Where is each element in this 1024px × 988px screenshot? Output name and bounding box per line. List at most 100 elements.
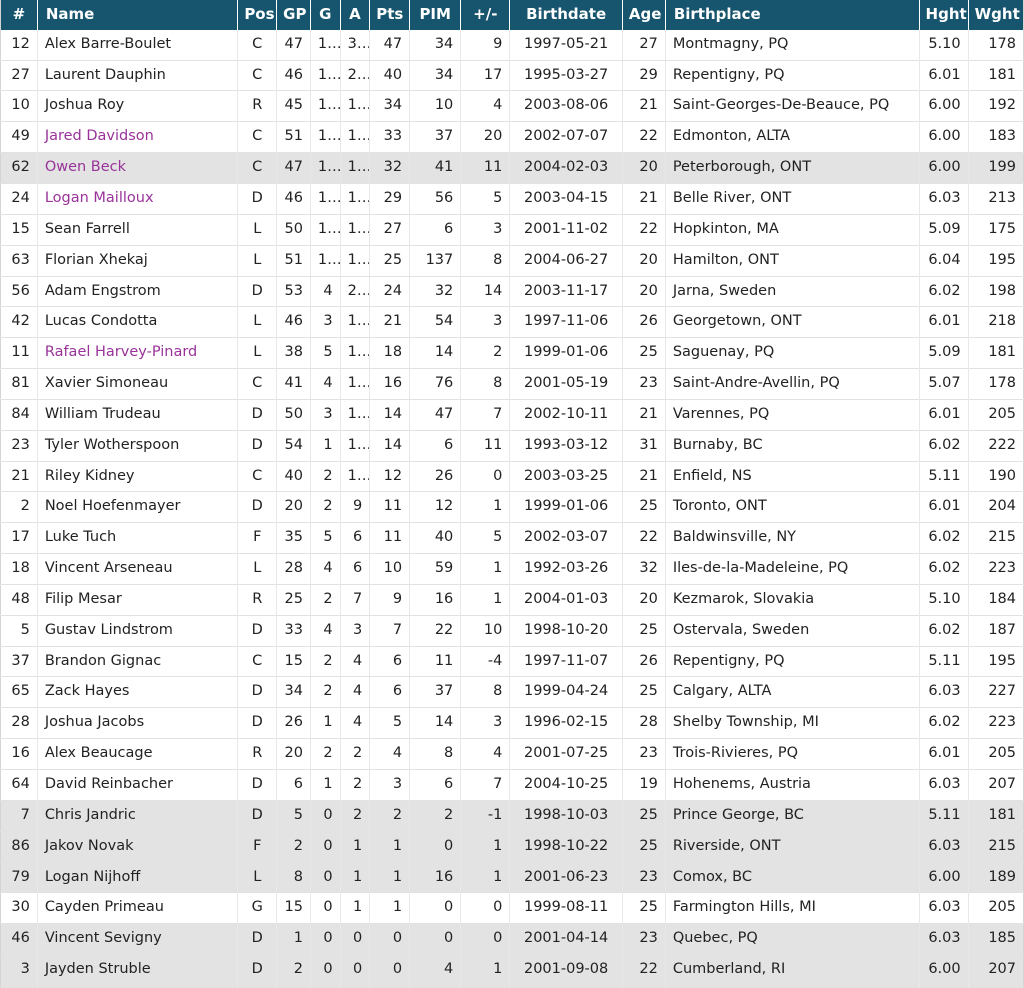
table-row[interactable]: 62 Owen Beck C 47 13 19 32 41 11 2004-02-03 20 Pete… xyxy=(0,152,1024,184)
player-name-link[interactable]: Logan Mailloux xyxy=(45,190,154,206)
cell-player-name[interactable]: Xavier Simoneau xyxy=(37,368,239,400)
table-row[interactable]: 84 William Trudeau D 50 3 11 14 47 7 2002-10-11 21… xyxy=(0,398,1024,431)
table-row[interactable]: 64 David Reinbacher D 6 1 2 3 6 7 2004-10-25 19 Hoh… xyxy=(0,769,1024,801)
cell-birthplace: Varennes, PQ xyxy=(665,398,920,431)
table-row[interactable]: 3 Jayden Struble D 2 0 0 0 4 1 2001-09-08 22 Cumber… xyxy=(0,954,1024,986)
column-header-number[interactable]: # xyxy=(0,0,38,30)
table-row[interactable]: 5 Gustav Lindstrom D 33 4 3 7 22 10 1998-10-20 25 O… xyxy=(0,614,1024,647)
cell-player-name[interactable]: Sean Farrell xyxy=(37,213,239,246)
table-row[interactable]: 11 Rafael Harvey-Pinard L 38 5 13 18 14 2 1999-01… xyxy=(0,337,1024,369)
cell-player-name[interactable]: Owen Beck xyxy=(37,152,239,184)
cell-plus-minus: -1 xyxy=(460,799,511,832)
cell-player-name[interactable]: Adam Engstrom xyxy=(37,275,239,307)
table-row[interactable]: 46 Vincent Sevigny D 1 0 0 0 0 0 2001-04-14 23 Queb… xyxy=(0,923,1024,955)
column-header-birthplace[interactable]: Birthplace xyxy=(664,0,920,30)
cell-height: 6.03 xyxy=(919,769,969,801)
cell-player-name[interactable]: Vincent Arseneau xyxy=(37,553,239,585)
cell-player-name[interactable]: Jared Davidson xyxy=(37,121,239,153)
column-header-gp[interactable]: GP xyxy=(276,0,311,30)
player-name-link[interactable]: Jared Davidson xyxy=(45,128,154,144)
table-row[interactable]: 17 Luke Tuch F 35 5 6 11 40 5 2002-03-07 22 Baldwin… xyxy=(0,522,1024,554)
table-row[interactable]: 37 Brandon Gignac C 15 2 4 6 11 -4 1997-11-07 26 Re… xyxy=(0,645,1024,677)
cell-weight: 223 xyxy=(968,553,1024,585)
cell-player-name[interactable]: Florian Xhekaj xyxy=(37,244,239,276)
cell-player-name[interactable]: Lucas Condotta xyxy=(37,306,239,338)
table-row[interactable]: 48 Filip Mesar R 25 2 7 9 16 1 2004-01-03 20 Kezmar… xyxy=(0,583,1024,616)
table-row[interactable]: 10 Joshua Roy R 45 19 15 34 10 4 2003-08-06 21 Sain… xyxy=(0,90,1024,122)
table-row[interactable]: 63 Florian Xhekaj L 51 15 10 25 137 8 2004-06-27 2… xyxy=(0,244,1024,276)
cell-player-name[interactable]: Zack Hayes xyxy=(37,676,239,708)
table-row[interactable]: 28 Joshua Jacobs D 26 1 4 5 14 3 1996-02-15 28 Shel… xyxy=(0,707,1024,739)
column-header-height[interactable]: Hght xyxy=(918,0,969,30)
table-row[interactable]: 30 Cayden Primeau G 15 0 1 1 0 0 1999-08-11 25 Farm… xyxy=(0,892,1024,924)
cell-player-name[interactable]: Riley Kidney xyxy=(37,460,239,492)
cell-position: F xyxy=(237,522,278,554)
cell-age: 27 xyxy=(622,29,666,61)
table-row[interactable]: 86 Jakov Novak F 2 0 1 1 0 1 1998-10-22 25 Riversid… xyxy=(0,830,1024,863)
table-row[interactable]: 21 Riley Kidney C 40 2 10 12 26 0 2003-03-25 21 Enf… xyxy=(0,460,1024,492)
player-name-link[interactable]: Rafael Harvey-Pinard xyxy=(45,344,197,360)
cell-points: 6 xyxy=(369,645,411,677)
cell-assists: 1 xyxy=(340,830,371,863)
cell-games-played: 46 xyxy=(276,59,311,91)
table-row[interactable]: 42 Lucas Condotta L 46 3 18 21 54 3 1997-11-06 26 G… xyxy=(0,306,1024,338)
cell-player-name[interactable]: Joshua Roy xyxy=(37,90,239,122)
cell-player-name[interactable]: Cayden Primeau xyxy=(37,892,239,924)
cell-player-name[interactable]: Laurent Dauphin xyxy=(37,59,239,91)
cell-goals: 0 xyxy=(310,799,341,832)
cell-goals: 2 xyxy=(310,676,341,708)
table-row[interactable]: 56 Adam Engstrom D 53 4 20 24 32 14 2003-11-17 20 J… xyxy=(0,275,1024,307)
cell-player-name[interactable]: Jakov Novak xyxy=(37,830,239,863)
table-row[interactable]: 15 Sean Farrell L 50 12 15 27 6 3 2001-11-02 22 Hop… xyxy=(0,213,1024,246)
cell-player-name[interactable]: Alex Beaucage xyxy=(37,738,239,770)
table-row[interactable]: 16 Alex Beaucage R 20 2 2 4 8 4 2001-07-25 23 Trois… xyxy=(0,738,1024,770)
cell-player-name[interactable]: Brandon Gignac xyxy=(37,645,239,677)
cell-player-name[interactable]: Noel Hoefenmayer xyxy=(37,491,239,523)
cell-position: R xyxy=(237,583,278,616)
cell-pim: 6 xyxy=(409,769,462,801)
cell-player-name[interactable]: Gustav Lindstrom xyxy=(37,614,239,647)
cell-birthplace: Jarna, Sweden xyxy=(665,275,920,307)
cell-player-name[interactable]: Tyler Wotherspoon xyxy=(37,429,239,462)
table-row[interactable]: 49 Jared Davidson C 51 19 14 33 37 20 2002-07-07 2… xyxy=(0,121,1024,153)
table-row[interactable]: 23 Tyler Wotherspoon D 54 1 13 14 6 11 1993-03-12… xyxy=(0,429,1024,462)
cell-birthdate: 2001-05-19 xyxy=(509,368,623,400)
table-row[interactable]: 2 Noel Hoefenmayer D 20 2 9 11 12 1 1999-01-06 25 T… xyxy=(0,491,1024,523)
cell-player-name[interactable]: Logan Nijhoff xyxy=(37,861,239,893)
cell-player-name[interactable]: Chris Jandric xyxy=(37,799,239,832)
cell-player-name[interactable]: Rafael Harvey-Pinard xyxy=(37,337,239,369)
column-header-pos[interactable]: Pos xyxy=(237,0,278,30)
column-header-name[interactable]: Name xyxy=(36,0,239,30)
table-row[interactable]: 27 Laurent Dauphin C 46 18 22 40 34 17 1995-03-27… xyxy=(0,59,1024,91)
column-header-points[interactable]: Pts xyxy=(369,0,411,30)
table-row[interactable]: 79 Logan Nijhoff L 8 0 1 1 16 1 2001-06-23 23 Comox… xyxy=(0,861,1024,893)
table-row[interactable]: 81 Xavier Simoneau C 41 4 12 16 76 8 2001-05-19 23… xyxy=(0,368,1024,400)
column-header-weight[interactable]: Wght xyxy=(967,0,1024,30)
column-header-plusminus[interactable]: +/- xyxy=(460,0,511,30)
cell-height: 6.02 xyxy=(919,275,969,307)
column-header-birthdate[interactable]: Birthdate xyxy=(509,0,623,30)
column-header-assists[interactable]: A xyxy=(339,0,371,30)
cell-plus-minus: 11 xyxy=(460,152,511,184)
cell-player-name[interactable]: Luke Tuch xyxy=(37,522,239,554)
cell-player-name[interactable]: Logan Mailloux xyxy=(37,182,239,215)
table-row[interactable]: 18 Vincent Arseneau L 28 4 6 10 59 1 1992-03-26 32… xyxy=(0,553,1024,585)
cell-player-name[interactable]: Joshua Jacobs xyxy=(37,707,239,739)
column-header-age[interactable]: Age xyxy=(621,0,666,30)
table-row[interactable]: 12 Alex Barre-Boulet C 47 16 31 47 34 9 1997-05-2… xyxy=(0,29,1024,61)
table-row[interactable]: 24 Logan Mailloux D 46 12 17 29 56 5 2003-04-15 21… xyxy=(0,182,1024,215)
column-header-goals[interactable]: G xyxy=(309,0,341,30)
cell-player-name[interactable]: David Reinbacher xyxy=(37,769,239,801)
cell-player-name[interactable]: Jayden Struble xyxy=(37,954,239,986)
cell-plus-minus: 17 xyxy=(460,59,511,91)
player-name-link[interactable]: Owen Beck xyxy=(45,159,126,175)
table-row[interactable]: 65 Zack Hayes D 34 2 4 6 37 8 1999-04-24 25 Calgary… xyxy=(0,676,1024,708)
cell-player-name[interactable]: Filip Mesar xyxy=(37,583,239,616)
cell-player-name[interactable]: Vincent Sevigny xyxy=(37,923,239,955)
cell-player-name[interactable]: Alex Barre-Boulet xyxy=(37,29,239,61)
cell-player-name[interactable]: William Trudeau xyxy=(37,398,239,431)
table-row[interactable]: 7 Chris Jandric D 5 0 2 2 2 -1 1998-10-03 25 Prince… xyxy=(0,799,1024,832)
cell-points: 4 xyxy=(369,738,411,770)
column-header-pim[interactable]: PIM xyxy=(409,0,462,30)
cell-pim: 0 xyxy=(409,892,462,924)
